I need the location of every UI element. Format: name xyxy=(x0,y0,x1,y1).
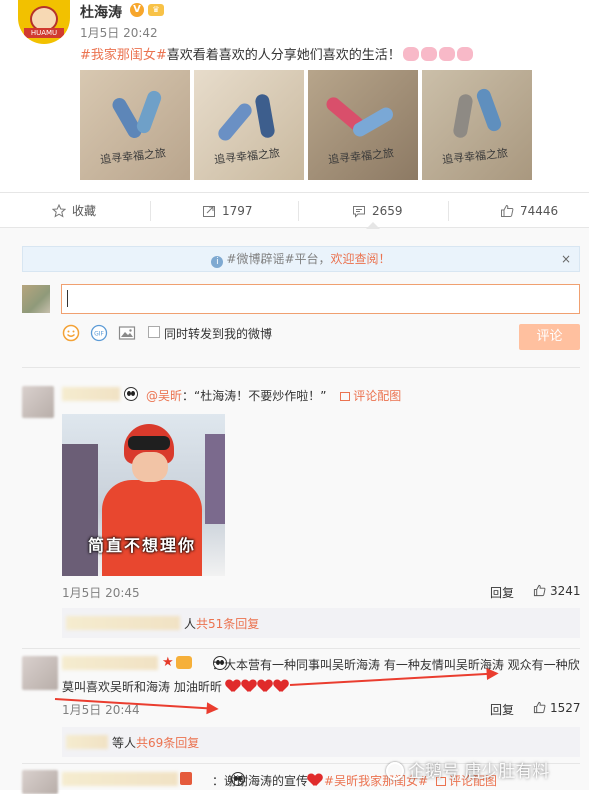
post-text: #我家那闺女#喜欢看着喜欢的人分享她们喜欢的生活！ xyxy=(80,44,473,63)
post-photo[interactable]: 追寻幸福之旅 xyxy=(194,70,304,180)
comment-caret xyxy=(366,222,380,229)
also-repost-checkbox[interactable] xyxy=(148,326,160,338)
sub-replies-summary: 等人共69条回复 xyxy=(112,734,199,751)
heart-emoji-icon xyxy=(258,680,272,692)
image-subtitle: 简直不想理你 xyxy=(88,536,197,555)
pig-emoji-icon xyxy=(402,47,419,61)
gif-icon[interactable]: GIF xyxy=(90,324,108,342)
post-photo[interactable]: 追寻幸福之旅 xyxy=(80,70,190,180)
also-repost-label: 同时转发到我的微博 xyxy=(164,327,273,341)
svg-text:GIF: GIF xyxy=(94,331,104,338)
like-button[interactable]: 74446 xyxy=(500,193,558,229)
comment-icon xyxy=(353,206,365,218)
mention-link[interactable]: @吴昕 xyxy=(146,389,182,403)
thumbs-up-icon xyxy=(501,204,514,217)
sub-replies-prefix: 人 xyxy=(184,617,197,631)
verified-icon: V xyxy=(130,3,144,17)
comment-divider xyxy=(22,648,580,649)
panda-emoji-icon xyxy=(124,387,138,401)
emoji-icon[interactable] xyxy=(62,324,80,342)
sub-replies-link[interactable]: 共51条回复 xyxy=(196,617,259,631)
sub-replies-box[interactable]: 人共51条回复 xyxy=(62,608,580,638)
reply-button[interactable]: 回复 xyxy=(490,584,514,601)
comment-like-button[interactable]: 3241 xyxy=(533,584,581,598)
pig-emoji-icon xyxy=(456,47,473,61)
heart-emoji-icon xyxy=(242,680,256,692)
notice-link[interactable]: 欢迎查阅！ xyxy=(331,252,391,266)
rumor-notice-bar: i #微博辟谣#平台，欢迎查阅！ × xyxy=(22,246,580,272)
avatar-banner: HUAMU xyxy=(24,28,64,38)
post-photo[interactable]: 追寻幸福之旅 xyxy=(422,70,532,180)
comment-like-count: 3241 xyxy=(550,584,581,598)
pig-emoji-icon xyxy=(420,47,437,61)
commenter-avatar[interactable] xyxy=(22,770,58,794)
post-photo[interactable]: 追寻幸福之旅 xyxy=(308,70,418,180)
comment-body-line2-text: 莫叫喜欢吴昕和海涛 加油昕昕 xyxy=(62,680,222,694)
comment-like-button[interactable]: 1527 xyxy=(533,701,581,715)
star-badge-icon: ★ xyxy=(162,655,174,670)
submit-comment-button[interactable]: 评论 xyxy=(519,324,580,350)
post-time[interactable]: 1月5日 20:42 xyxy=(80,24,158,41)
sub-replies-box[interactable]: 等人共69条回复 xyxy=(62,727,580,757)
heart-emoji-icon xyxy=(226,680,240,692)
comment-divider xyxy=(22,367,580,368)
favorite-button[interactable]: 收藏 xyxy=(52,193,96,229)
watermark-text: 企鹅号 唐少肚有料 xyxy=(408,762,550,782)
comment-pic-label: 评论配图 xyxy=(353,389,402,403)
comment-like-count: 1527 xyxy=(550,701,581,715)
comment-body-line2: 莫叫喜欢吴昕和海涛 加油昕昕 xyxy=(62,678,290,695)
comment-pic-link[interactable]: 评论配图 xyxy=(340,389,401,403)
thumbs-up-icon xyxy=(533,584,546,597)
comment-input[interactable] xyxy=(61,284,580,314)
commenter-name[interactable] xyxy=(62,656,158,670)
favorite-label: 收藏 xyxy=(72,204,97,218)
commenter-avatar[interactable] xyxy=(22,386,54,418)
image-icon[interactable] xyxy=(118,324,136,342)
comment-text: @吴昕：“杜海涛！不要炒作啦！” 评论配图 xyxy=(146,387,401,404)
comment-count: 2659 xyxy=(372,204,403,218)
notice-text: #微博辟谣#平台， xyxy=(226,252,331,266)
replier-names xyxy=(66,616,180,630)
heart-emoji-icon xyxy=(308,774,322,786)
commenter-name[interactable] xyxy=(62,387,120,401)
sub-replies-summary: 人共51条回复 xyxy=(184,615,259,632)
star-icon xyxy=(52,204,66,218)
vip-badge-icon xyxy=(176,656,192,669)
picture-icon xyxy=(340,392,351,401)
close-icon[interactable]: × xyxy=(561,247,571,271)
watermark: 企鹅号 唐少肚有料 xyxy=(386,757,549,782)
my-avatar[interactable] xyxy=(22,285,50,313)
comment-body: ：谢谢海涛的宣传 xyxy=(212,774,309,788)
sub-replies-link[interactable]: 共69条回复 xyxy=(136,736,199,750)
sub-replies-prefix: 等人 xyxy=(112,736,137,750)
repost-icon xyxy=(203,206,215,217)
comment-image[interactable]: 简直不想理你 xyxy=(62,414,225,576)
vip-crown-icon: ♛ xyxy=(148,4,164,16)
info-icon: i xyxy=(211,256,224,268)
thumbs-up-icon xyxy=(533,701,546,714)
repost-count: 1797 xyxy=(222,204,253,218)
badge-icon xyxy=(180,772,192,785)
text-cursor xyxy=(67,290,68,307)
action-bar: 收藏 1797 2659 74446 xyxy=(0,192,589,228)
reply-button[interactable]: 回复 xyxy=(490,701,514,718)
commenter-avatar[interactable] xyxy=(22,656,58,690)
heart-emoji-icon xyxy=(274,680,288,692)
like-count: 74446 xyxy=(520,204,559,218)
author-name[interactable]: 杜海涛 xyxy=(80,2,122,22)
pig-emoji-icon xyxy=(438,47,455,61)
comment-time: 1月5日 20:45 xyxy=(62,586,140,600)
comment-body: ：大本营有一种同事叫吴昕海涛 有一种友情叫吴昕海涛 观众有一种欣 xyxy=(212,658,580,672)
post-body: 喜欢看着喜欢的人分享她们喜欢的生活！ xyxy=(166,48,401,63)
comment-body: ：“杜海涛！不要炒作啦！” xyxy=(182,389,327,403)
author-avatar[interactable]: HUAMU xyxy=(18,0,70,44)
commenter-name[interactable] xyxy=(62,772,178,786)
replier-names xyxy=(66,735,108,749)
repost-button[interactable]: 1797 xyxy=(202,193,253,229)
watermark-logo-icon xyxy=(386,762,404,780)
post-hashtag[interactable]: #我家那闺女# xyxy=(80,48,167,63)
comment-time: 1月5日 20:44 xyxy=(62,703,140,717)
